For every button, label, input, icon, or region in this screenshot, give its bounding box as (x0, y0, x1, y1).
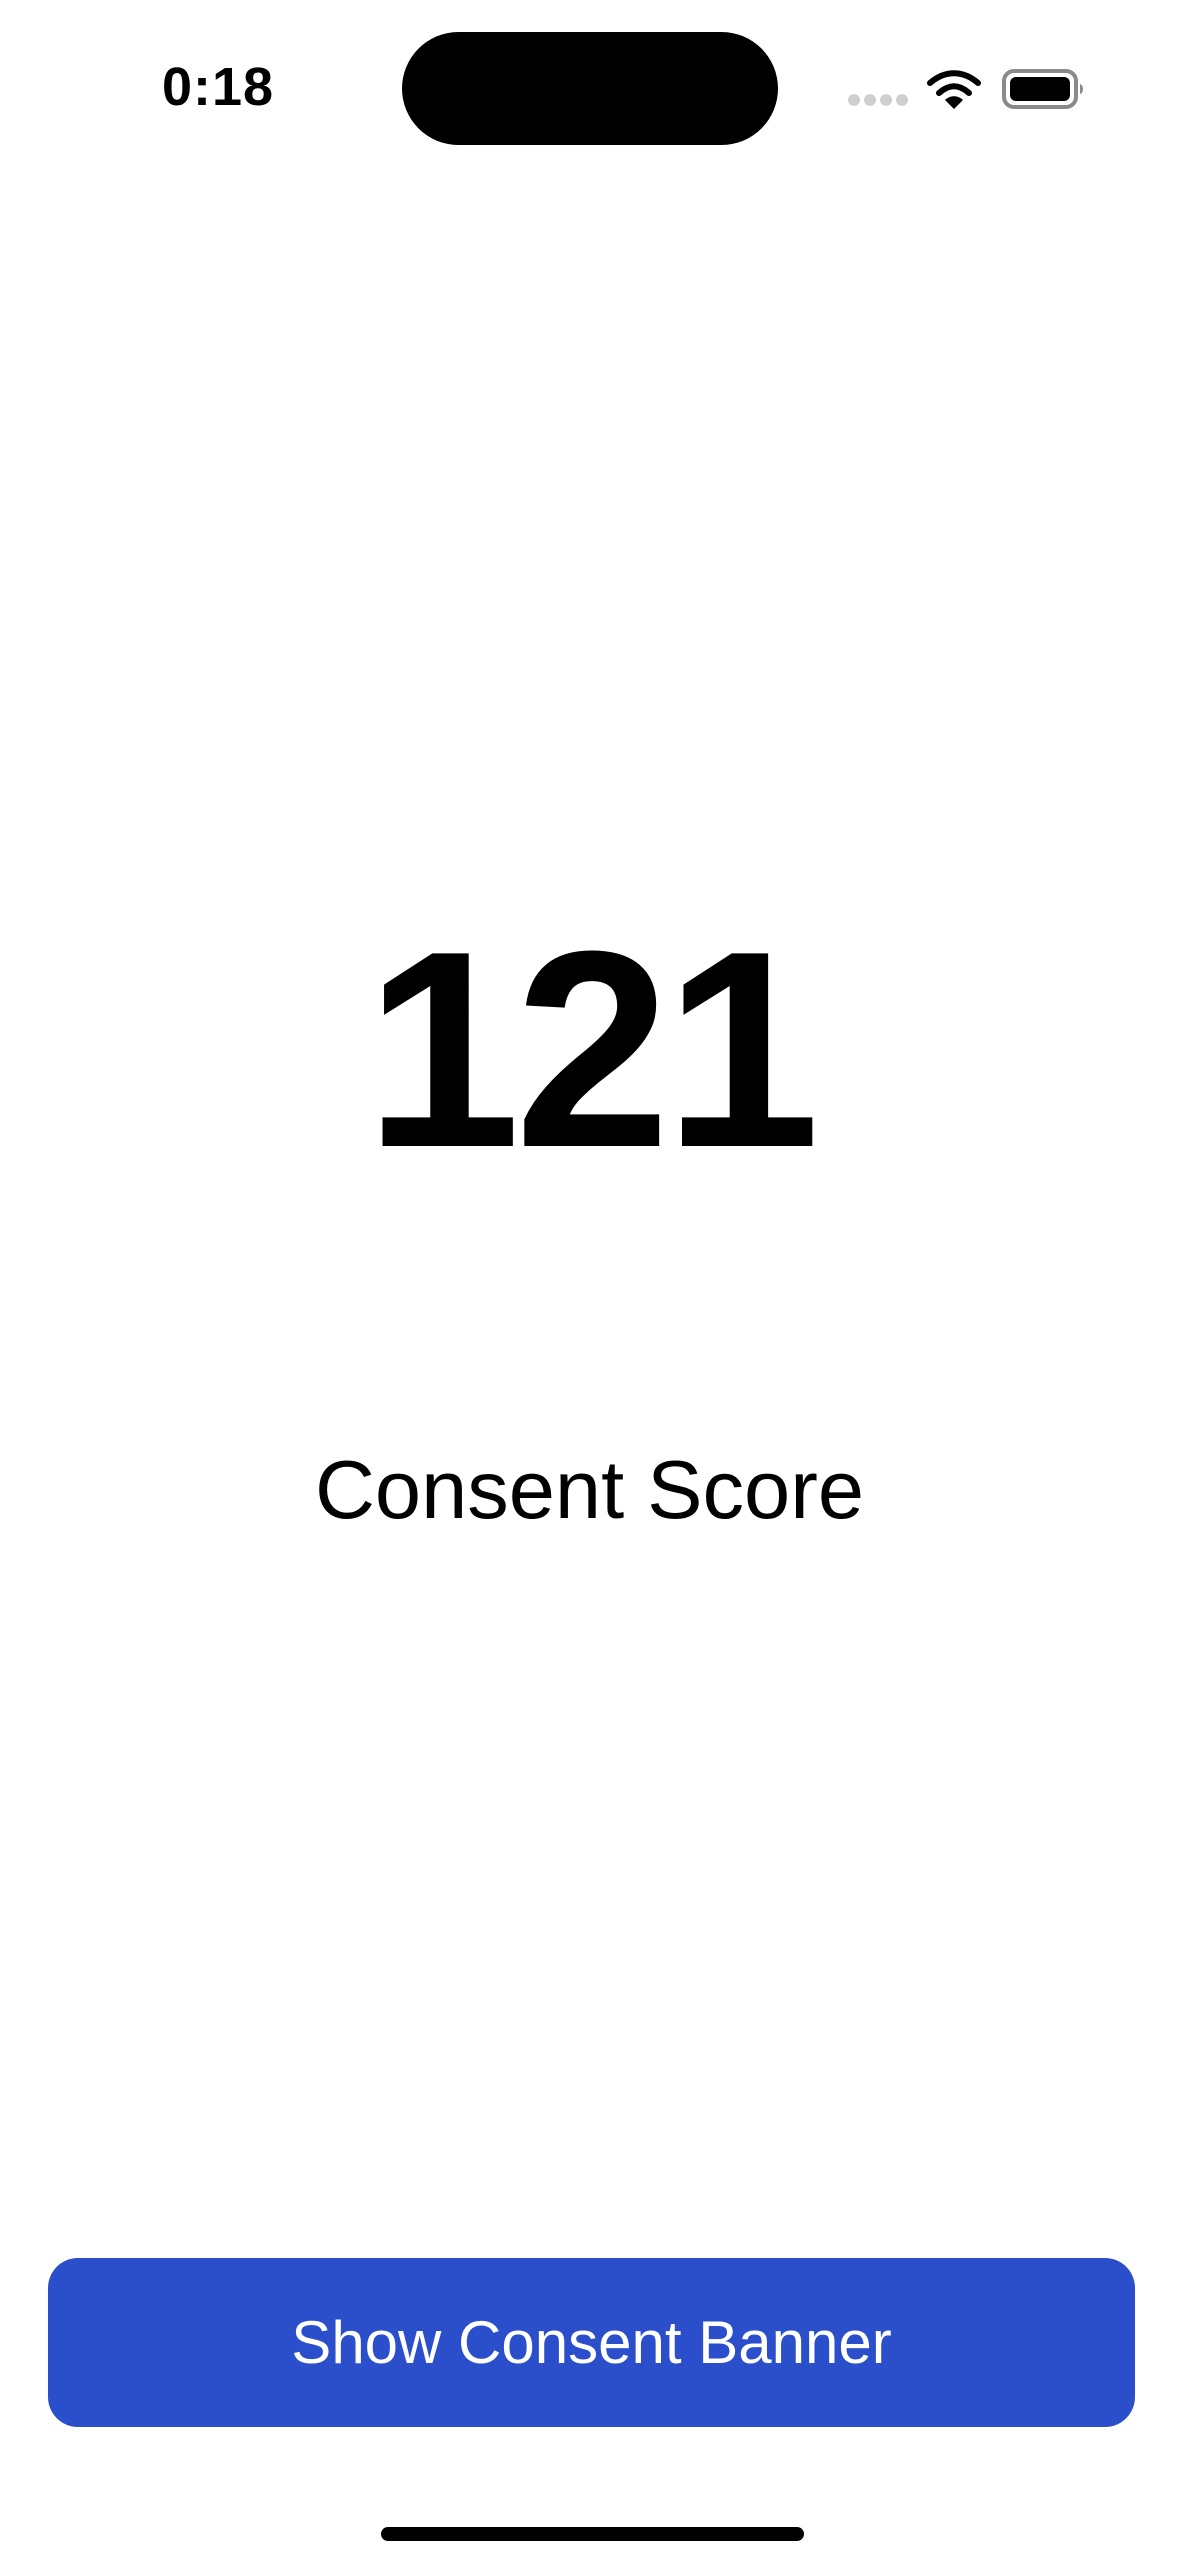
consent-score-label: Consent Score (314, 1443, 865, 1536)
home-indicator (381, 2527, 804, 2541)
battery-icon (1002, 69, 1083, 109)
consent-score-value: 121 (364, 894, 820, 1206)
status-bar: 0:18 (0, 0, 1179, 170)
dynamic-island (402, 32, 778, 145)
wifi-icon (927, 70, 981, 109)
show-consent-banner-button[interactable]: Show Consent Banner (48, 2258, 1135, 2427)
cellular-signal-icon (848, 94, 910, 106)
status-time: 0:18 (162, 57, 275, 117)
show-consent-banner-label: Show Consent Banner (291, 2308, 892, 2376)
